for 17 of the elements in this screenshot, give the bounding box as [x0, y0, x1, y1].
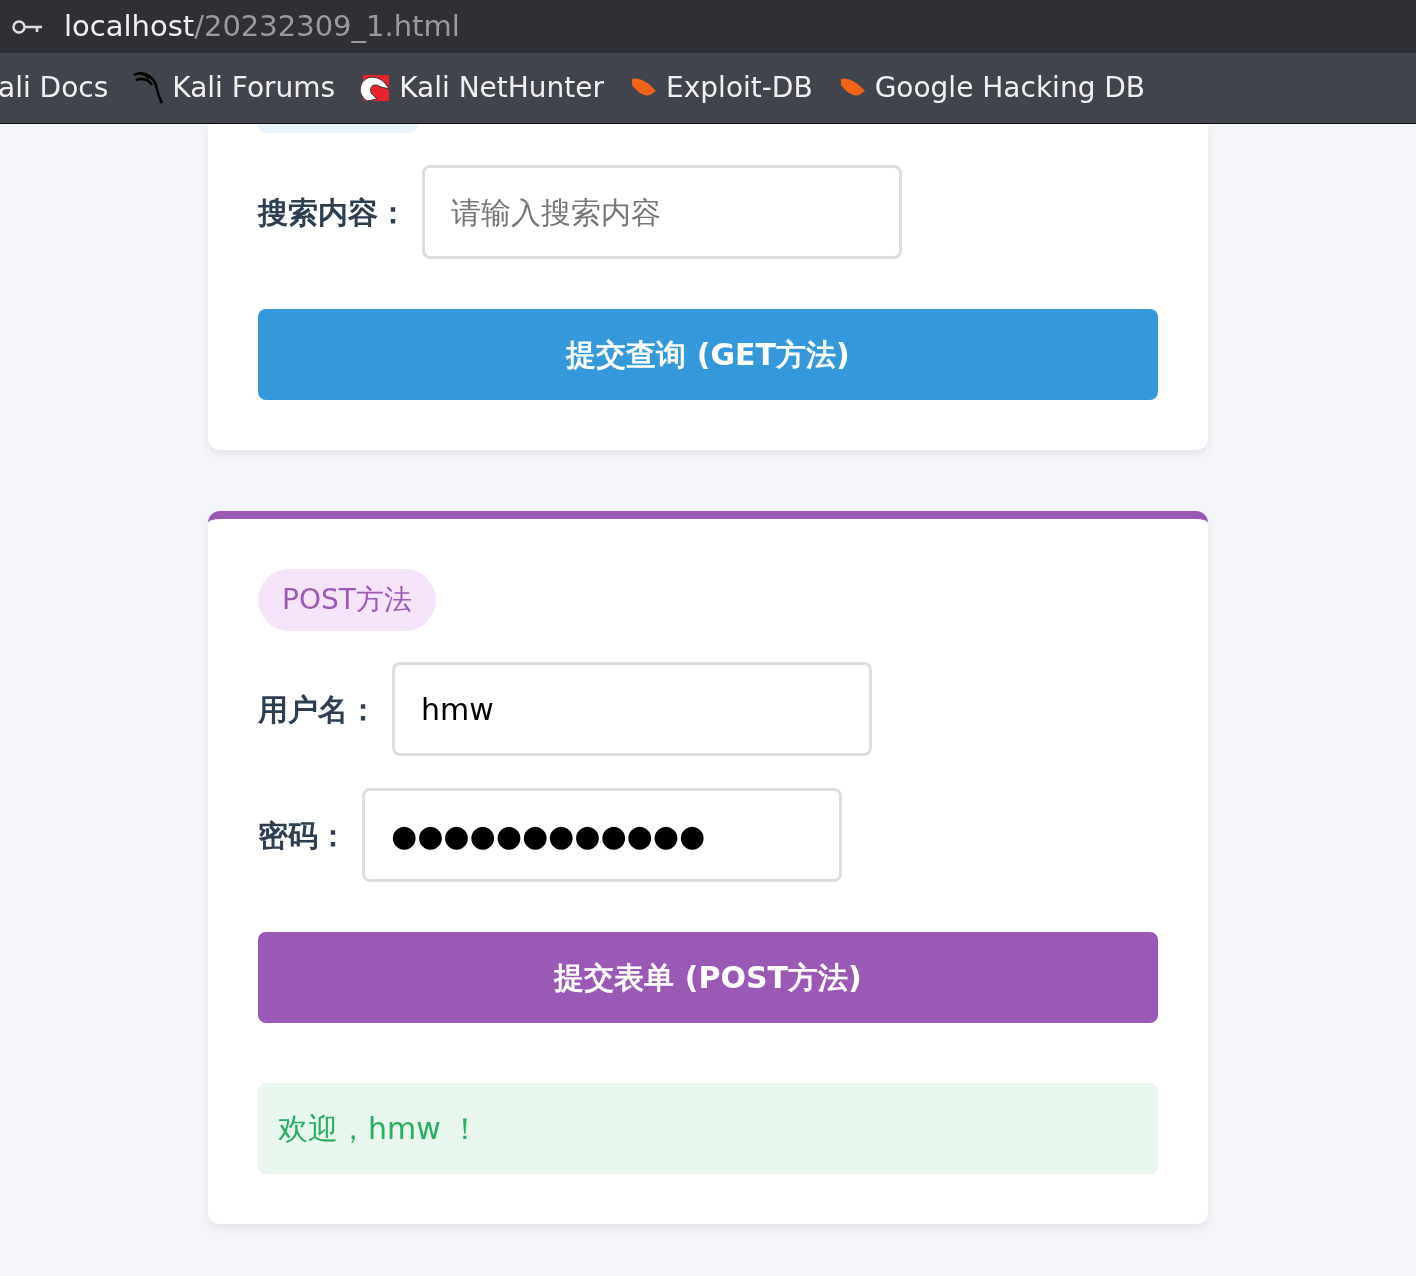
welcome-message: 欢迎，hmw ！ [258, 1083, 1158, 1174]
bookmark-link[interactable]: Google Hacking DB [836, 67, 1146, 109]
search-field[interactable]: 请输入搜索内容 [422, 165, 902, 259]
bookmark-link[interactable]: Kali NetHunter [359, 67, 605, 109]
bookmark-link[interactable]: Exploit-DB [628, 67, 813, 109]
post-submit-button[interactable]: 提交表单 (POST方法) [258, 932, 1158, 1023]
field-label: 用户名： [258, 690, 378, 729]
url-text: localhost/20232309_1.html [64, 7, 460, 45]
address-bar[interactable]: localhost/20232309_1.html [0, 0, 1416, 53]
field-label: 密码： [258, 816, 348, 855]
text-field[interactable]: ●●●●●●●●●●●● [362, 788, 842, 882]
bookmark-link[interactable]: Kali Forums [132, 67, 336, 109]
method-badge: POST方法 [258, 569, 436, 631]
field-label: 搜索内容： [258, 193, 408, 232]
key-icon [12, 18, 44, 35]
bookmark-link[interactable]: ali Docs [0, 67, 109, 109]
text-field[interactable]: hmw [392, 662, 872, 756]
